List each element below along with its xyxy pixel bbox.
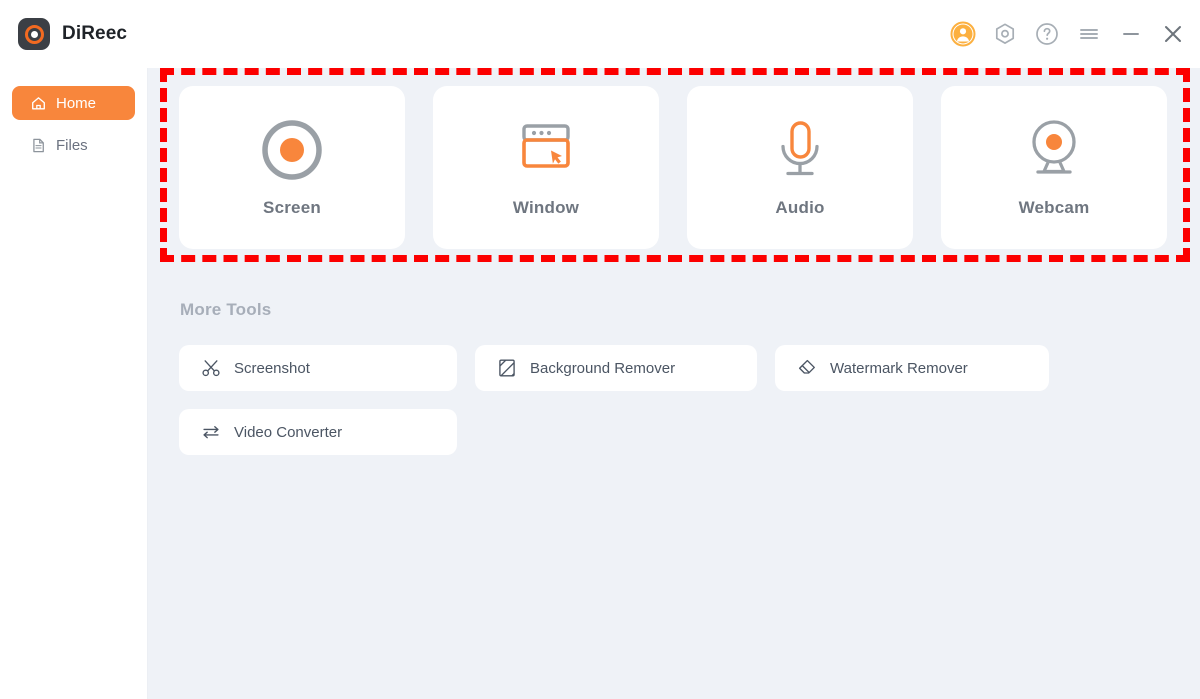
account-avatar-icon[interactable] [950,21,976,47]
title-bar: DiReec [0,0,1200,68]
webcam-icon [1022,118,1086,182]
sidebar-item-label-home: Home [56,94,97,112]
record-card-screen[interactable]: Screen [179,86,405,249]
direec-app-window: DiReec Home Files Screen Window Audio We… [0,0,1200,699]
brand: DiReec [0,18,127,50]
tool-button-watermark-remover[interactable]: Watermark Remover [775,345,1049,391]
minimize-icon[interactable] [1118,21,1144,47]
tool-button-background-remover[interactable]: Background Remover [475,345,757,391]
hatched-square-icon [497,358,517,378]
sidebar-item-files[interactable]: Files [12,128,135,162]
record-card-window[interactable]: Window [433,86,659,249]
direec-record-logo-icon [18,18,50,50]
tool-label-watermark-remover: Watermark Remover [830,359,968,377]
file-icon [29,136,47,154]
convert-arrows-icon [201,422,221,442]
app-title: DiReec [62,23,128,44]
home-icon [29,94,47,112]
tool-label-screenshot: Screenshot [234,359,310,377]
sidebar-item-label-files: Files [56,136,88,154]
tool-label-background-remover: Background Remover [530,359,676,377]
scissors-icon [201,358,221,378]
record-card-label-webcam: Webcam [1018,197,1090,217]
tool-button-video-converter[interactable]: Video Converter [179,409,457,455]
tool-button-screenshot[interactable]: Screenshot [179,345,457,391]
sidebar-item-home[interactable]: Home [12,86,135,120]
tool-label-video-converter: Video Converter [234,423,343,441]
close-icon[interactable] [1160,21,1186,47]
more-tools-heading: More Tools [180,300,272,319]
record-card-label-screen: Screen [263,197,321,217]
window-actions [950,0,1186,68]
microphone-icon [770,118,830,182]
record-card-audio[interactable]: Audio [687,86,913,249]
record-card-webcam[interactable]: Webcam [941,86,1167,249]
settings-gear-icon[interactable] [992,21,1018,47]
eraser-icon [797,358,817,378]
record-card-label-window: Window [512,197,580,217]
record-cards-row: Screen Window Audio Webcam [179,86,1167,249]
sidebar: Home Files [0,68,148,699]
menu-hamburger-icon[interactable] [1076,21,1102,47]
window-cursor-icon [514,118,578,182]
help-question-icon[interactable] [1034,21,1060,47]
record-card-label-audio: Audio [775,197,825,217]
record-circle-icon [259,118,325,182]
main-content: Screen Window Audio Webcam More Tools Sc… [148,68,1200,699]
more-tools-grid: Screenshot Background Remover Watermark … [179,345,1109,455]
